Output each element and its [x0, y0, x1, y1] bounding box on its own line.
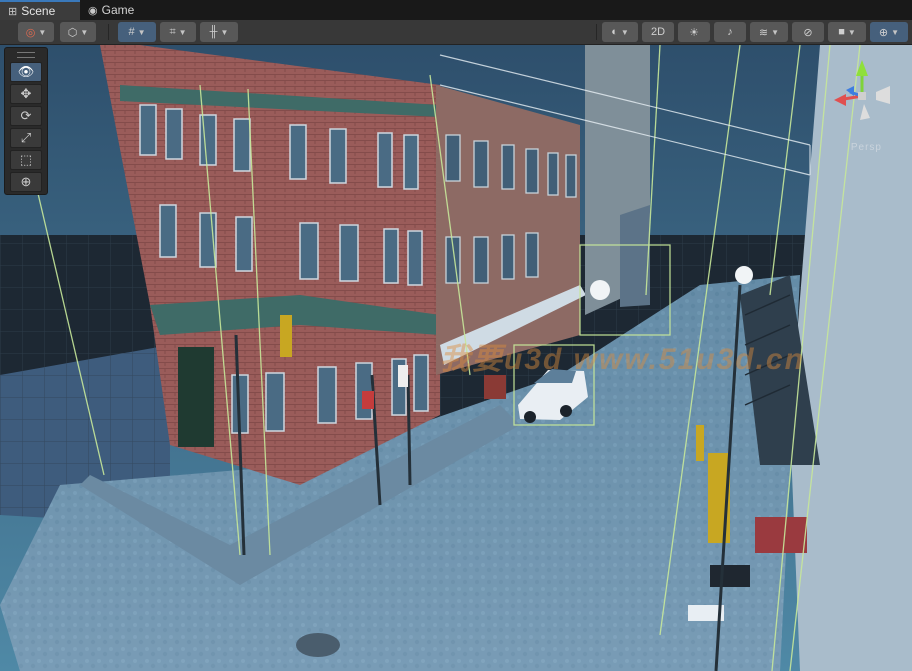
scale-tool-button[interactable]: ⤢ [10, 128, 42, 148]
gizmo-icon: ⊕ [878, 26, 889, 39]
tab-game[interactable]: ◉ Game [80, 0, 168, 20]
gizmos-dropdown[interactable]: ⊕ ▼ [870, 22, 908, 42]
rotate-tool-button[interactable]: ⟳ [10, 106, 42, 126]
ruler-icon: ╫ [209, 26, 218, 38]
projection-label[interactable]: Persp [851, 142, 882, 153]
cube-icon: ⬡ [67, 26, 78, 39]
orientation-gizmo[interactable] [820, 48, 904, 156]
tab-game-label: Game [101, 3, 135, 17]
move-tool-button[interactable]: ✥ [10, 84, 42, 104]
grid-snap-icon: # [128, 26, 135, 38]
rotate-icon: ⟳ [20, 108, 32, 123]
draw-mode-icon: ◎ [25, 26, 36, 39]
tab-scene-label: Scene [21, 4, 56, 18]
rect-tool-button[interactable]: ⬚ [10, 150, 42, 170]
speaker-mute-icon: ♪ [727, 26, 733, 38]
gizmo-x-cone [834, 94, 846, 106]
gizmo-neg-y-cone [860, 104, 870, 120]
snap-toggle[interactable]: ⌗ ▼ [160, 22, 196, 42]
camera-dropdown[interactable]: ■ ▼ [828, 22, 866, 42]
scene-toolbar: ◎ ▼ ⬡ ▼ # ▼ ⌗ ▼ ╫ ▼ ◐ ▼ 2D ☀ ♪ ≋ ▼ ⊘ ■ ▼ ⊕ ▼ [0, 20, 912, 45]
transform-icon: ⊕ [20, 174, 32, 189]
view-tool-button[interactable]: 👁 [10, 62, 42, 82]
gizmo-z-cone [846, 86, 854, 96]
move-arrows-icon: ✥ [20, 86, 32, 101]
gizmo-center-cube [858, 92, 866, 100]
sphere-icon: ◐ [611, 26, 618, 38]
light-bulb-icon: ☀ [689, 26, 699, 39]
render-mode-dropdown[interactable]: ⬡ ▼ [60, 22, 96, 42]
window-tab-bar: ⊞ Scene ◉ Game [0, 0, 912, 20]
gizmo-neg-x-cone [876, 86, 890, 104]
eye-hidden-icon: ⊘ [803, 26, 813, 39]
shading-mode-dropdown[interactable]: ◐ ▼ [602, 22, 638, 42]
grid-toggle[interactable]: # ▼ [118, 22, 156, 42]
tools-overlay-panel: 👁 ✥ ⟳ ⤢ ⬚ ⊕ [4, 47, 48, 195]
panel-drag-handle[interactable] [17, 52, 35, 58]
draw-mode-dropdown[interactable]: ◎ ▼ [18, 22, 54, 42]
toolbar-divider [596, 24, 597, 40]
layers-icon: ≋ [758, 26, 769, 39]
transform-tool-button[interactable]: ⊕ [10, 172, 42, 192]
snap-icon: ⌗ [169, 25, 176, 38]
hidden-objects-toggle[interactable]: ⊘ [792, 22, 824, 42]
effects-dropdown[interactable]: ≋ ▼ [750, 22, 788, 42]
toolbar-divider [108, 24, 109, 40]
gamepad-icon: ◉ [88, 4, 98, 17]
toggle-2d-label: 2D [650, 26, 666, 38]
audio-toggle[interactable]: ♪ [714, 22, 746, 42]
increment-snap-dropdown[interactable]: ╫ ▼ [200, 22, 238, 42]
lighting-toggle[interactable]: ☀ [678, 22, 710, 42]
grid-icon: ⊞ [8, 5, 18, 18]
scale-icon: ⤢ [20, 130, 32, 145]
camera-icon: ■ [838, 26, 845, 38]
toggle-2d-button[interactable]: 2D [642, 22, 674, 42]
eye-icon: 👁 [17, 64, 35, 79]
tab-scene[interactable]: ⊞ Scene [0, 0, 80, 20]
gizmo-y-cone [856, 60, 868, 76]
rect-icon: ⬚ [19, 152, 33, 167]
watermark-text: 我要u3d www.51u3d.cn [440, 343, 805, 376]
